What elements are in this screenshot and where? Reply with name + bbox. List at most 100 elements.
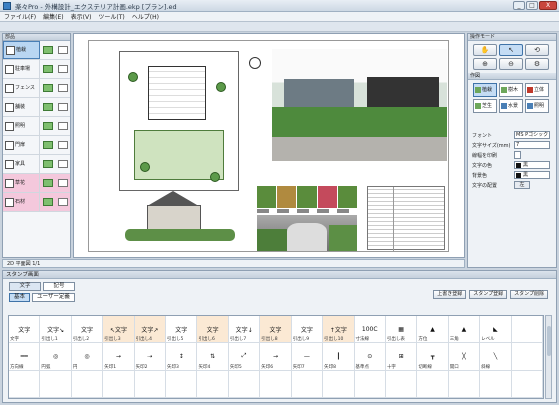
plant-icon[interactable] bbox=[42, 46, 53, 54]
palette-category-button[interactable]: 植栽 bbox=[3, 41, 40, 59]
tool-button[interactable]: ⟲ bbox=[525, 44, 549, 56]
stamp-item[interactable]: 文字↘ 引出し1 bbox=[40, 316, 72, 344]
stamp-item[interactable]: — 矢印7 bbox=[291, 343, 324, 371]
shape-icon[interactable] bbox=[57, 160, 68, 168]
stamp-action-button[interactable]: スタンプ登録 bbox=[469, 290, 508, 299]
stamp-item[interactable] bbox=[40, 370, 72, 398]
stamp-item[interactable]: ╲ 斜線 bbox=[480, 343, 512, 371]
stamp-action-button[interactable]: 上書き登録 bbox=[433, 290, 467, 299]
stamp-item[interactable]: ↑文字 引出し10 bbox=[323, 316, 355, 344]
stamp-item[interactable] bbox=[103, 370, 135, 398]
shape-icon[interactable] bbox=[57, 141, 68, 149]
draw-part-button[interactable]: 立体 bbox=[525, 83, 549, 97]
menu-view[interactable]: 表示(V) bbox=[71, 12, 92, 21]
stamp-item[interactable]: ▲ 方位 bbox=[417, 316, 449, 344]
stamp-scrollbar[interactable] bbox=[545, 315, 552, 399]
site-plan[interactable] bbox=[119, 51, 239, 191]
palette-category-button[interactable]: 門扉 bbox=[3, 136, 40, 154]
plant-photos[interactable] bbox=[257, 186, 358, 208]
stamp-item[interactable]: 文字↗ 引出し4 bbox=[134, 316, 167, 344]
stamp-item[interactable]: ⊞ 十字 bbox=[385, 343, 418, 371]
shape-icon[interactable] bbox=[57, 179, 68, 187]
draw-part-button[interactable]: 植栽 bbox=[473, 83, 497, 97]
stamp-item[interactable] bbox=[9, 370, 41, 398]
stamp-item[interactable]: ⤢ 矢印5 bbox=[228, 343, 261, 371]
palette-category-button[interactable]: フェンス bbox=[3, 79, 40, 97]
tool-button[interactable]: ✋ bbox=[473, 44, 497, 56]
stamp-subtab[interactable]: 基本 bbox=[9, 293, 31, 302]
stamp-action-button[interactable]: スタンプ削除 bbox=[510, 290, 548, 299]
property-checkbox[interactable] bbox=[514, 151, 521, 159]
draw-part-button[interactable]: 樹木 bbox=[499, 83, 523, 97]
scroll-thumb[interactable] bbox=[547, 326, 551, 356]
exterior-render-image[interactable] bbox=[272, 49, 447, 161]
property-select[interactable]: MS Pゴシック bbox=[514, 131, 550, 139]
draw-part-button[interactable]: 照明 bbox=[525, 99, 549, 113]
stamp-item[interactable] bbox=[448, 370, 481, 398]
stamp-item[interactable]: ◣ レベル bbox=[480, 316, 512, 344]
stamp-item[interactable]: ↕ 矢印3 bbox=[166, 343, 198, 371]
stamp-item[interactable] bbox=[511, 316, 543, 344]
stamp-item[interactable]: ◎ 円弧 bbox=[40, 343, 72, 371]
stamp-item[interactable] bbox=[417, 370, 449, 398]
stamp-item[interactable] bbox=[323, 370, 355, 398]
shape-icon[interactable] bbox=[57, 84, 68, 92]
stamp-item[interactable] bbox=[291, 370, 324, 398]
stamp-tab[interactable]: 文字 bbox=[9, 282, 41, 291]
estimate-table[interactable] bbox=[367, 186, 445, 251]
stamp-item[interactable]: ┃ 矢印8 bbox=[323, 343, 355, 371]
stamp-item[interactable]: 文字↓ 引出し7 bbox=[228, 316, 261, 344]
stamp-item[interactable] bbox=[197, 370, 229, 398]
menu-tools[interactable]: ツール(T) bbox=[98, 12, 124, 21]
stamp-item[interactable]: ┳ 切断線 bbox=[417, 343, 449, 371]
tool-button[interactable]: ↖ bbox=[499, 44, 523, 56]
stamp-item[interactable] bbox=[511, 370, 543, 398]
stamp-item[interactable]: ⊙ 基準点 bbox=[354, 343, 386, 371]
plant-icon[interactable] bbox=[42, 84, 53, 92]
stamp-item[interactable] bbox=[480, 370, 512, 398]
stamp-item[interactable] bbox=[134, 370, 167, 398]
plant-icon[interactable] bbox=[42, 122, 53, 130]
palette-category-button[interactable]: 舗装 bbox=[3, 98, 40, 116]
stamp-item[interactable]: ━━ 方向線 bbox=[9, 343, 41, 371]
stamp-item[interactable]: ▲ 三角 bbox=[448, 316, 481, 344]
stamp-item[interactable]: ▦ 引出し表 bbox=[385, 316, 418, 344]
draw-part-button[interactable]: 水景 bbox=[499, 99, 523, 113]
stamp-item[interactable]: 文字 文字 bbox=[9, 316, 41, 344]
stamp-tab[interactable]: 記号 bbox=[43, 282, 75, 291]
stamp-item[interactable] bbox=[260, 370, 292, 398]
garden-render-image[interactable] bbox=[257, 215, 357, 251]
shape-icon[interactable] bbox=[57, 122, 68, 130]
stamp-item[interactable]: 文字 引出し6 bbox=[197, 316, 229, 344]
stamp-item[interactable]: → 矢印6 bbox=[260, 343, 292, 371]
stamp-item[interactable]: 文字 引出し2 bbox=[71, 316, 104, 344]
stamp-item[interactable]: 文字 引出し5 bbox=[166, 316, 198, 344]
plant-icon[interactable] bbox=[42, 103, 53, 111]
stamp-item[interactable]: 100C 寸法線 bbox=[354, 316, 386, 344]
palette-category-button[interactable]: 家具 bbox=[3, 155, 40, 173]
tool-button[interactable]: ⊕ bbox=[473, 58, 497, 70]
minimize-button[interactable]: _ bbox=[513, 1, 525, 10]
alignment-select[interactable]: 左 bbox=[514, 181, 530, 189]
stamp-item[interactable]: 文字 引出し8 bbox=[260, 316, 292, 344]
drawing-canvas[interactable] bbox=[73, 33, 465, 258]
plant-icon[interactable] bbox=[42, 179, 53, 187]
color-select[interactable]: 黒 bbox=[514, 171, 550, 179]
elevation-drawing[interactable] bbox=[125, 191, 235, 249]
stamp-item[interactable] bbox=[511, 343, 543, 371]
draw-part-button[interactable]: 芝生 bbox=[473, 99, 497, 113]
tool-button[interactable]: ⊖ bbox=[499, 58, 523, 70]
palette-category-button[interactable]: 駐車場 bbox=[3, 60, 40, 78]
palette-category-button[interactable]: 草花 bbox=[3, 174, 40, 192]
plant-icon[interactable] bbox=[42, 160, 53, 168]
menu-file[interactable]: ファイル(F) bbox=[4, 12, 36, 21]
stamp-item[interactable] bbox=[228, 370, 261, 398]
drawing-sheet[interactable] bbox=[88, 40, 449, 252]
stamp-item[interactable]: ↖文字 引出し3 bbox=[103, 316, 135, 344]
stamp-item[interactable]: 文字 引出し9 bbox=[291, 316, 324, 344]
plant-icon[interactable] bbox=[42, 141, 53, 149]
stamp-item[interactable] bbox=[354, 370, 386, 398]
maximize-button[interactable]: □ bbox=[526, 1, 538, 10]
shape-icon[interactable] bbox=[57, 103, 68, 111]
stamp-item[interactable] bbox=[166, 370, 198, 398]
